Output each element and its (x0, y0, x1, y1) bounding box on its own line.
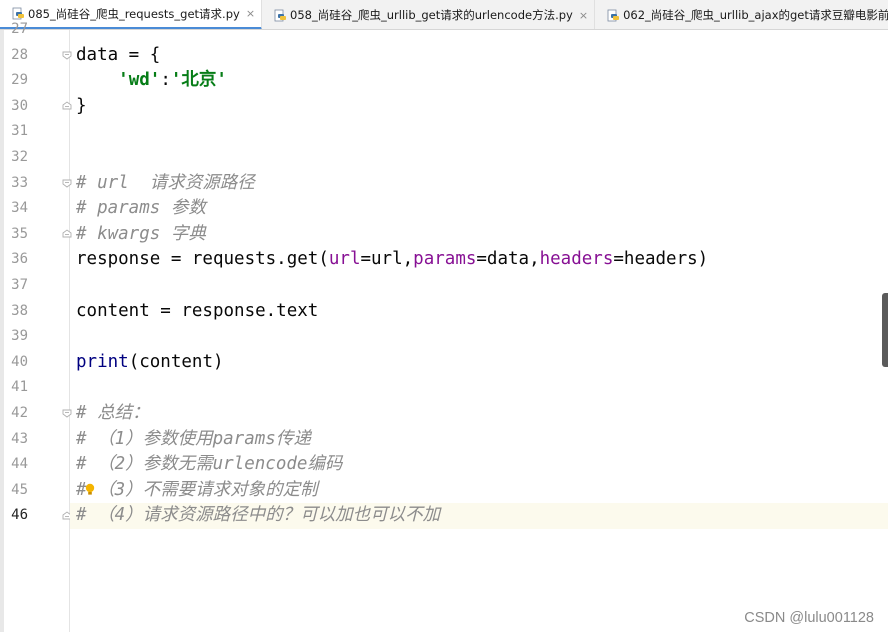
comment: # 总结： (76, 403, 150, 423)
code-text: content = response.text (76, 300, 319, 321)
line-number-gutter: 27 28 29 30 31 32 33 34 35 36 37 38 39 4… (4, 21, 72, 632)
line-number: 45 (11, 481, 28, 498)
line-number: 28 (11, 46, 28, 63)
line-number: 37 (11, 277, 28, 293)
close-icon[interactable]: × (579, 9, 588, 22)
line-number: 36 (11, 251, 28, 268)
builtin-function: print (76, 351, 129, 372)
code-line: } (70, 94, 888, 120)
code-text: data = { (76, 44, 161, 65)
tab-label: 062_尚硅谷_爬虫_urllib_ajax的get请求豆瓣电影前10页 (623, 8, 888, 22)
code-line: # （3）不需要请求对象的定制 (70, 478, 888, 504)
code-line: data = { (70, 43, 888, 69)
scrollbar-thumb[interactable] (882, 293, 888, 367)
intention-bulb-icon[interactable] (85, 483, 95, 496)
code-text: : (160, 70, 171, 91)
code-text: =url, (360, 249, 414, 270)
code-text: response = requests.get( (76, 249, 329, 270)
editor-tab-bar: 085_尚硅谷_爬虫_requests_get请求.py × 058_尚硅谷_爬… (0, 0, 888, 30)
keyword-argument: url (328, 249, 361, 270)
line-number: 40 (11, 353, 28, 370)
tab-label: 085_尚硅谷_爬虫_requests_get请求.py (28, 6, 240, 21)
line-number: 34 (11, 200, 28, 217)
close-icon[interactable]: × (246, 7, 255, 20)
code-line: content = response.text (70, 299, 888, 325)
code-line: # kwargs 字典 (70, 222, 888, 248)
line-number: 35 (11, 225, 28, 242)
tab-label: 058_尚硅谷_爬虫_urllib_get请求的urlencode方法.py (290, 8, 573, 22)
line-number: 41 (11, 379, 28, 396)
comment: （3）不需要请求对象的定制 (97, 479, 318, 500)
tab-085-requests-get[interactable]: 085_尚硅谷_爬虫_requests_get请求.py × (0, 0, 263, 29)
keyword-argument: headers (539, 249, 614, 270)
comment: # （4）请求资源路径中的？可以加也可以不加 (76, 505, 441, 526)
code-line: print(content) (70, 350, 888, 376)
comment: # url 请求资源路径 (76, 172, 255, 193)
python-file-icon (274, 9, 287, 21)
line-number: 43 (11, 430, 28, 447)
line-number: 27 (11, 21, 28, 37)
code-text: } (76, 95, 87, 116)
code-line: 'wd':'北京' (70, 68, 888, 94)
code-text: =data, (476, 249, 540, 270)
code-line: response = requests.get(url=url,params=d… (70, 247, 888, 273)
line-number: 44 (11, 456, 28, 473)
tab-062-ajax-douban[interactable]: 062_尚硅谷_爬虫_urllib_ajax的get请求豆瓣电影前10页 (595, 0, 888, 29)
code-text: (content) (128, 351, 224, 372)
string-literal: '北京' (170, 70, 227, 91)
line-number: 32 (11, 149, 28, 165)
code-line: # url 请求资源路径 (70, 171, 888, 197)
line-number: 31 (11, 123, 28, 140)
code-line: # params 参数 (70, 196, 888, 222)
code-line: # 总结： (70, 401, 888, 427)
line-number: 42 (11, 405, 28, 421)
line-number: 29 (11, 72, 28, 89)
comment: # （1）参数使用params传递 (76, 428, 311, 449)
string-literal: 'wd' (118, 70, 161, 91)
line-number-current: 46 (11, 507, 28, 524)
python-file-icon (607, 9, 620, 21)
line-number: 33 (11, 174, 28, 191)
line-number: 30 (11, 97, 28, 114)
line-number: 38 (11, 302, 28, 319)
comment: # kwargs 字典 (76, 223, 206, 244)
keyword-argument: params (413, 249, 477, 270)
tab-058-urlencode[interactable]: 058_尚硅谷_爬虫_urllib_get请求的urlencode方法.py × (262, 0, 596, 29)
code-editor[interactable]: data = { 'wd':'北京' } # url 请求资源路径 # para… (70, 30, 888, 632)
code-line: # （1）参数使用params传递 (70, 427, 888, 453)
line-number: 39 (11, 328, 28, 345)
code-text: =headers) (613, 249, 709, 270)
comment: # params 参数 (76, 198, 206, 219)
comment: # （2）参数无需urlencode编码 (76, 454, 343, 475)
code-line-current: # （4）请求资源路径中的？可以加也可以不加 (70, 503, 888, 529)
code-line: # （2）参数无需urlencode编码 (70, 452, 888, 478)
watermark: CSDN @lulu001128 (744, 610, 874, 626)
